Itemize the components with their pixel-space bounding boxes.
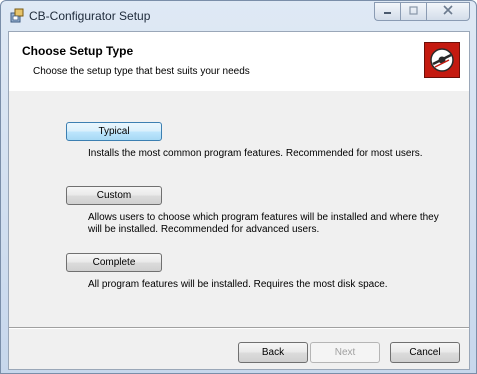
minimize-button[interactable] [374,2,400,21]
complete-button[interactable]: Complete [66,253,162,272]
window-title: CB-Configurator Setup [29,9,151,23]
back-button[interactable]: Back [238,342,308,363]
close-button[interactable] [426,2,470,21]
typical-button[interactable]: Typical [66,122,162,141]
custom-button[interactable]: Custom [66,186,162,205]
minimize-icon [383,6,392,18]
page-subtitle: Choose the setup type that best suits yo… [33,66,250,77]
maximize-button[interactable] [400,2,426,21]
close-icon [443,5,453,18]
disc-logo-icon [424,42,460,78]
dialog-header: Choose Setup Type Choose the setup type … [9,32,469,92]
complete-description: All program features will be installed. … [88,279,388,290]
installer-icon[interactable] [9,8,25,24]
footer-divider [9,327,469,329]
setup-options-area: Typical Installs the most common program… [9,91,469,326]
cancel-button[interactable]: Cancel [390,342,460,363]
title-bar[interactable]: CB-Configurator Setup [1,1,476,31]
page-title: Choose Setup Type [22,44,134,58]
maximize-icon [409,5,418,18]
custom-description: Allows users to choose which program fea… [88,212,439,235]
typical-description: Installs the most common program feature… [88,148,423,159]
dialog-client-area: Choose Setup Type Choose the setup type … [8,31,470,370]
caption-buttons [374,2,470,22]
setup-window: CB-Configurator Setup Choose Setup Type [0,0,477,374]
next-button[interactable]: Next [310,342,380,363]
